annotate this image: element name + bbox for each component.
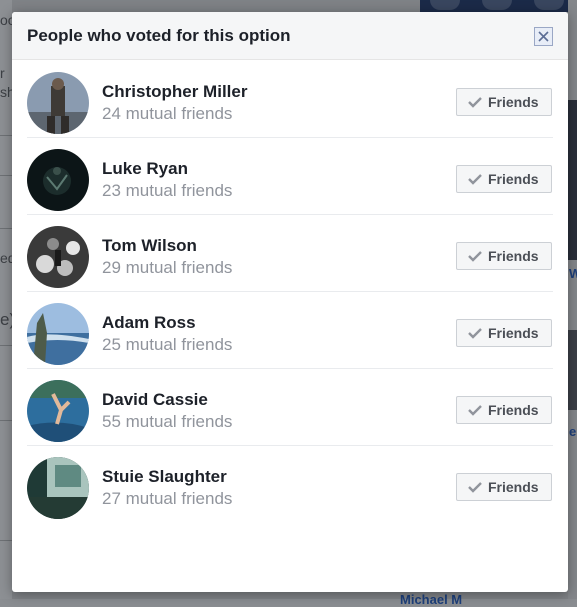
dialog-title: People who voted for this option (27, 26, 291, 45)
voter-name[interactable]: David Cassie (102, 390, 208, 410)
check-icon (468, 251, 482, 262)
avatar[interactable] (27, 149, 89, 211)
close-icon (538, 31, 549, 42)
friends-button[interactable]: Friends (456, 165, 552, 193)
background-divider (0, 175, 12, 176)
friends-button-label: Friends (488, 171, 539, 187)
friends-button-label: Friends (488, 94, 539, 110)
background-divider (0, 540, 12, 541)
background-text: r (0, 65, 5, 81)
voter-name[interactable]: Luke Ryan (102, 159, 188, 179)
voter-name[interactable]: Tom Wilson (102, 236, 197, 256)
friends-button[interactable]: Friends (456, 396, 552, 424)
voters-list: Christopher Miller 24 mutual friends Fri… (12, 61, 568, 523)
list-item: Stuie Slaughter 27 mutual friends Friend… (27, 446, 553, 523)
list-item: Tom Wilson 29 mutual friends Friends (27, 215, 553, 292)
friends-button[interactable]: Friends (456, 473, 552, 501)
background-text: Michael M (400, 592, 463, 607)
background-image (568, 330, 577, 410)
friends-button[interactable]: Friends (456, 88, 552, 116)
dialog-header: People who voted for this option (12, 12, 568, 60)
background-divider (0, 228, 12, 229)
mutual-friends-count[interactable]: 55 mutual friends (102, 412, 232, 432)
background-divider (0, 345, 12, 346)
check-icon (468, 328, 482, 339)
background-text: W (569, 266, 577, 281)
avatar[interactable] (27, 226, 89, 288)
friends-button[interactable]: Friends (456, 242, 552, 270)
background-divider (0, 135, 12, 136)
background-text: e (569, 424, 577, 439)
friends-button-label: Friends (488, 248, 539, 264)
mutual-friends-count[interactable]: 29 mutual friends (102, 258, 232, 278)
friends-button-label: Friends (488, 402, 539, 418)
mutual-friends-count[interactable]: 24 mutual friends (102, 104, 232, 124)
check-icon (468, 97, 482, 108)
friends-button-label: Friends (488, 479, 539, 495)
background-image (568, 100, 577, 260)
avatar[interactable] (27, 72, 89, 134)
voters-dialog: People who voted for this option Christo… (12, 12, 568, 592)
voter-name[interactable]: Adam Ross (102, 313, 196, 333)
list-item: Christopher Miller 24 mutual friends Fri… (27, 61, 553, 138)
avatar[interactable] (27, 457, 89, 519)
list-item: David Cassie 55 mutual friends Friends (27, 369, 553, 446)
list-item: Luke Ryan 23 mutual friends Friends (27, 138, 553, 215)
voter-name[interactable]: Stuie Slaughter (102, 467, 227, 487)
list-item: Adam Ross 25 mutual friends Friends (27, 292, 553, 369)
background-divider (0, 420, 12, 421)
check-icon (468, 174, 482, 185)
close-button[interactable] (534, 27, 553, 46)
voter-name[interactable]: Christopher Miller (102, 82, 247, 102)
mutual-friends-count[interactable]: 23 mutual friends (102, 181, 232, 201)
friends-button[interactable]: Friends (456, 319, 552, 347)
check-icon (468, 482, 482, 493)
mutual-friends-count[interactable]: 27 mutual friends (102, 489, 232, 509)
avatar[interactable] (27, 303, 89, 365)
friends-button-label: Friends (488, 325, 539, 341)
background-right-column (568, 0, 577, 599)
check-icon (468, 405, 482, 416)
mutual-friends-count[interactable]: 25 mutual friends (102, 335, 232, 355)
avatar[interactable] (27, 380, 89, 442)
